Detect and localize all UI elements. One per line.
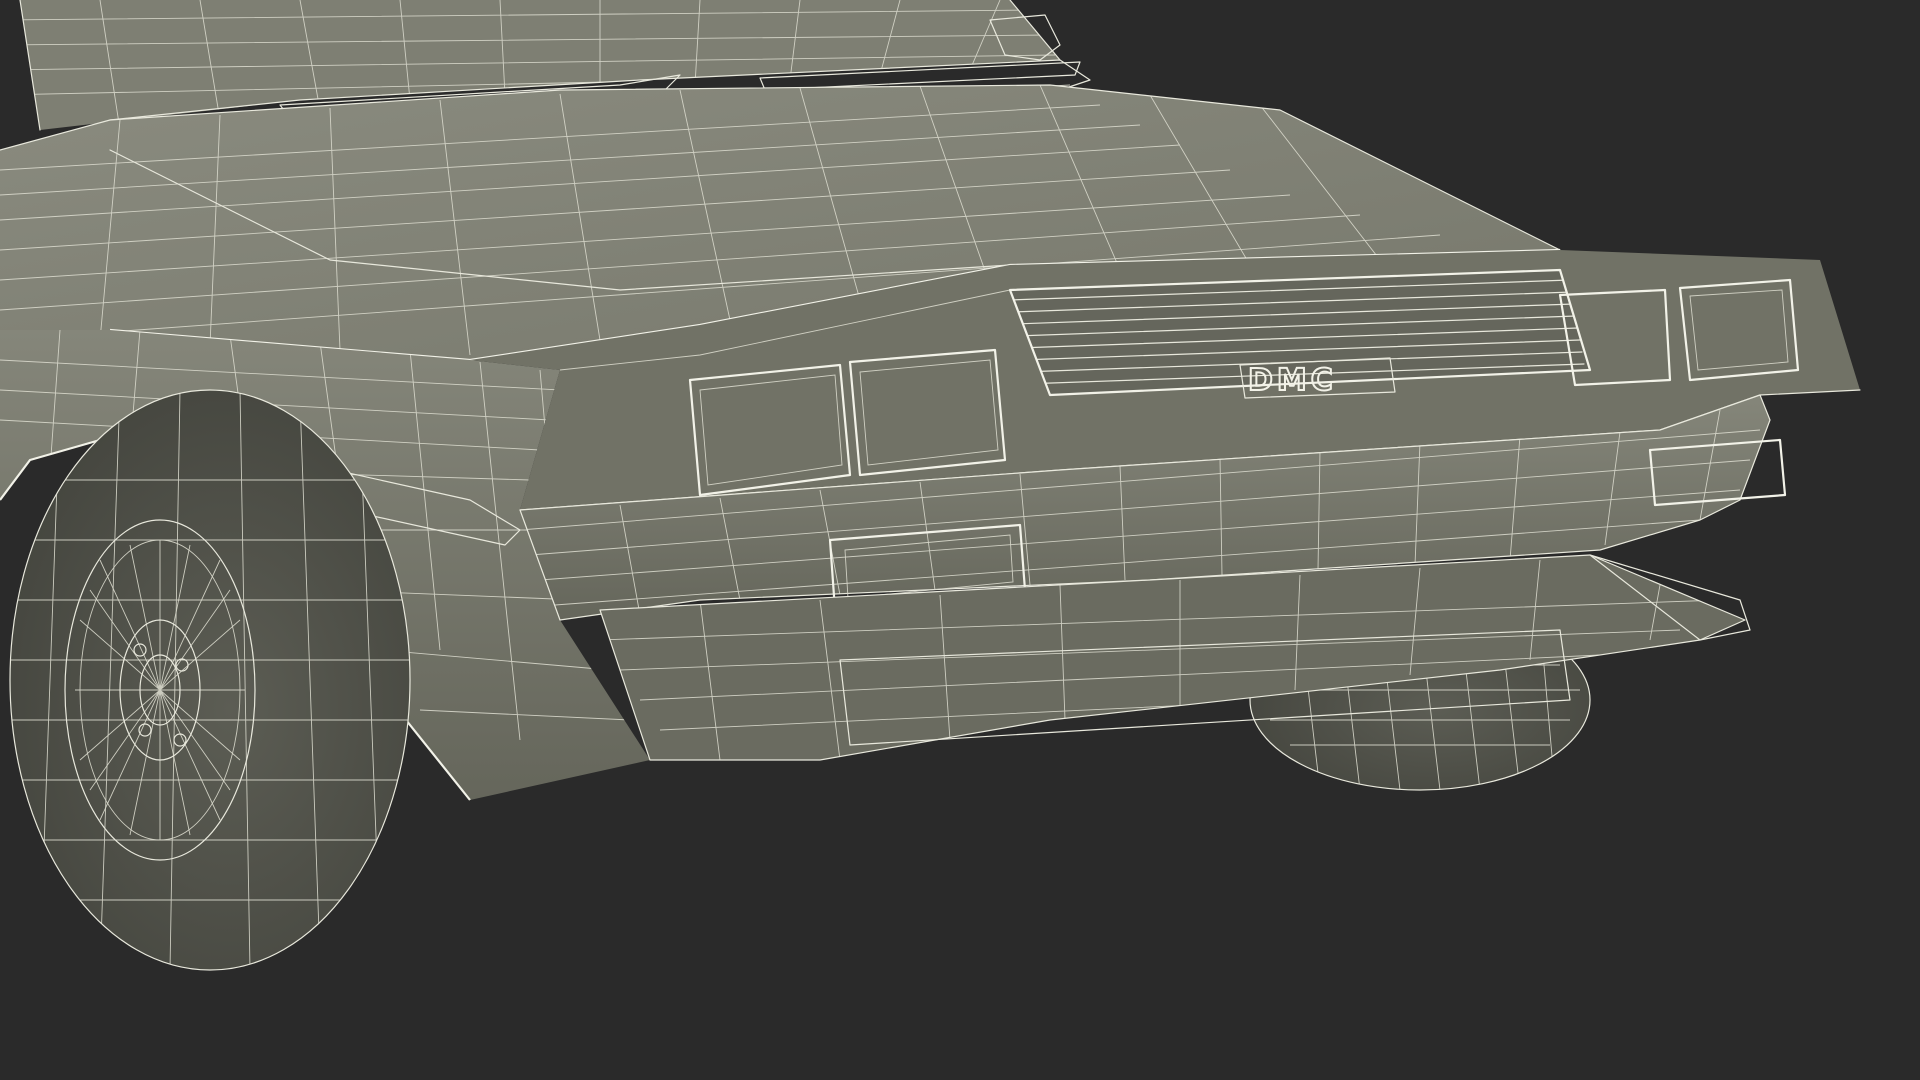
left-front-tire [9,389,411,971]
badge-text: DMC [1248,363,1337,398]
render-viewport: DMC [0,0,1920,1080]
car-render: DMC [0,0,1920,1080]
